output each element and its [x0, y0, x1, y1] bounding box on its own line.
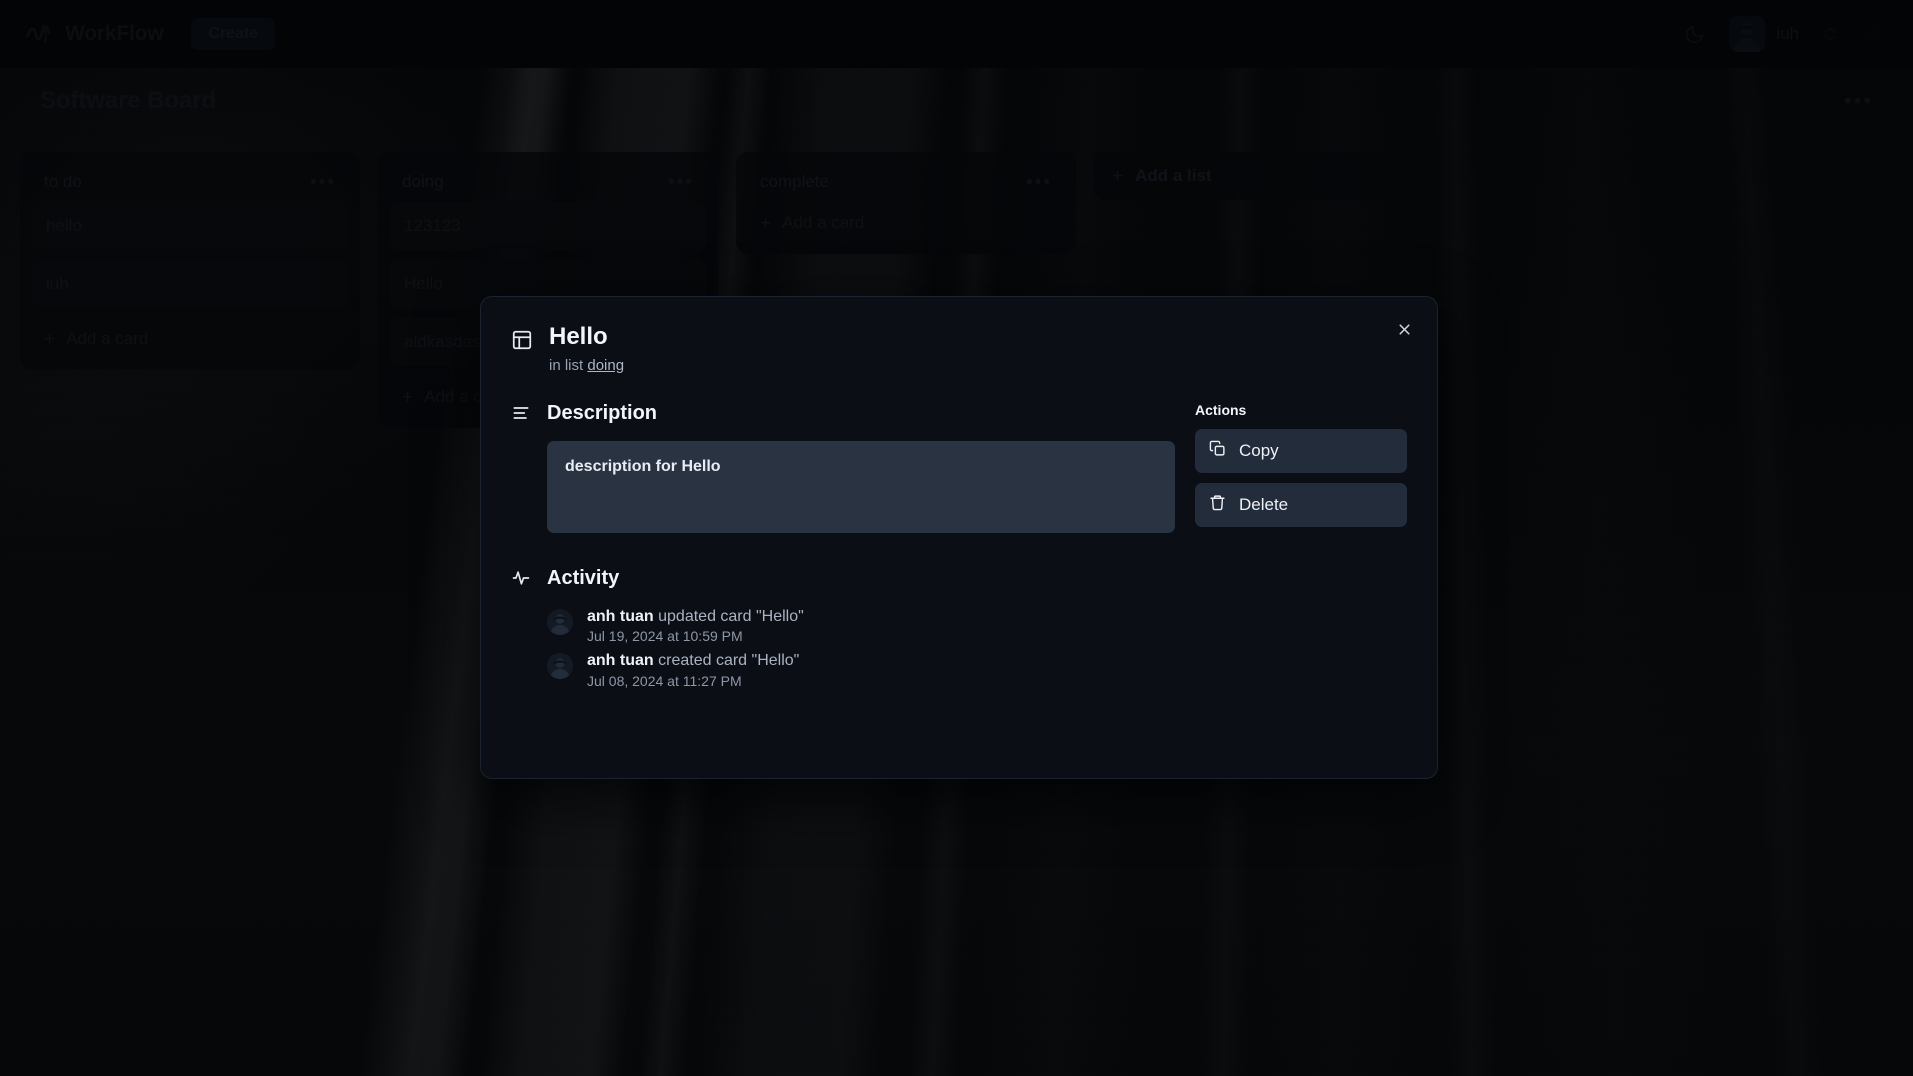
- modal-title-block: Hello in list doing: [549, 323, 624, 374]
- activity-content: anh tuan updated card "Hello" Jul 19, 20…: [587, 606, 804, 645]
- actions-heading: Actions: [1195, 401, 1247, 418]
- avatar: [547, 653, 573, 680]
- description-header: Description: [511, 402, 1175, 425]
- actions-panel: Actions Copy Delete: [1195, 402, 1407, 695]
- activity-actor: anh tuan: [587, 652, 654, 670]
- subtitle-prefix: in list: [549, 356, 584, 374]
- modal-header: Hello in list doing: [511, 323, 1407, 374]
- activity-action: updated card "Hello": [658, 607, 804, 625]
- close-icon[interactable]: [1389, 314, 1419, 344]
- modal-body: Description description for Hello Activi…: [511, 402, 1407, 695]
- activity-item: anh tuan updated card "Hello" Jul 19, 20…: [547, 606, 1175, 645]
- activity-header: Activity: [511, 567, 1175, 590]
- activity-text: anh tuan updated card "Hello": [587, 606, 804, 628]
- copy-button[interactable]: Copy: [1195, 428, 1407, 473]
- avatar: [547, 608, 573, 635]
- activity-list: anh tuan updated card "Hello" Jul 19, 20…: [547, 606, 1175, 689]
- modal-main-column: Description description for Hello Activi…: [511, 402, 1175, 695]
- copy-icon: [1209, 440, 1226, 462]
- align-left-icon: [511, 403, 531, 423]
- copy-label: Copy: [1239, 440, 1279, 460]
- activity-text: anh tuan created card "Hello": [587, 650, 799, 672]
- activity-heading: Activity: [547, 566, 620, 589]
- app-root: WorkFlow Create iuh: [0, 0, 1913, 1076]
- activity-actor: anh tuan: [587, 607, 654, 625]
- card-detail-modal: Hello in list doing Description descript…: [480, 296, 1438, 779]
- activity-icon: [511, 568, 531, 588]
- delete-button[interactable]: Delete: [1195, 482, 1407, 527]
- activity-timestamp: Jul 08, 2024 at 11:27 PM: [587, 672, 742, 689]
- subtitle-list-link[interactable]: doing: [587, 357, 624, 374]
- activity-item: anh tuan created card "Hello" Jul 08, 20…: [547, 650, 1175, 689]
- activity-action: created card "Hello": [658, 652, 800, 670]
- description-heading: Description: [547, 401, 658, 424]
- trash-icon: [1209, 494, 1226, 516]
- activity-content: anh tuan created card "Hello" Jul 08, 20…: [587, 650, 799, 689]
- activity-timestamp: Jul 19, 2024 at 10:59 PM: [587, 628, 743, 645]
- layout-icon: [511, 323, 533, 356]
- description-value[interactable]: description for Hello: [547, 440, 1175, 533]
- card-subtitle: in list doing: [549, 357, 624, 374]
- delete-label: Delete: [1239, 494, 1289, 514]
- activity-section: Activity anh tuan updated card "Hello" J…: [511, 567, 1175, 689]
- card-title: Hello: [549, 323, 608, 350]
- description-section: Description description for Hello: [511, 402, 1175, 533]
